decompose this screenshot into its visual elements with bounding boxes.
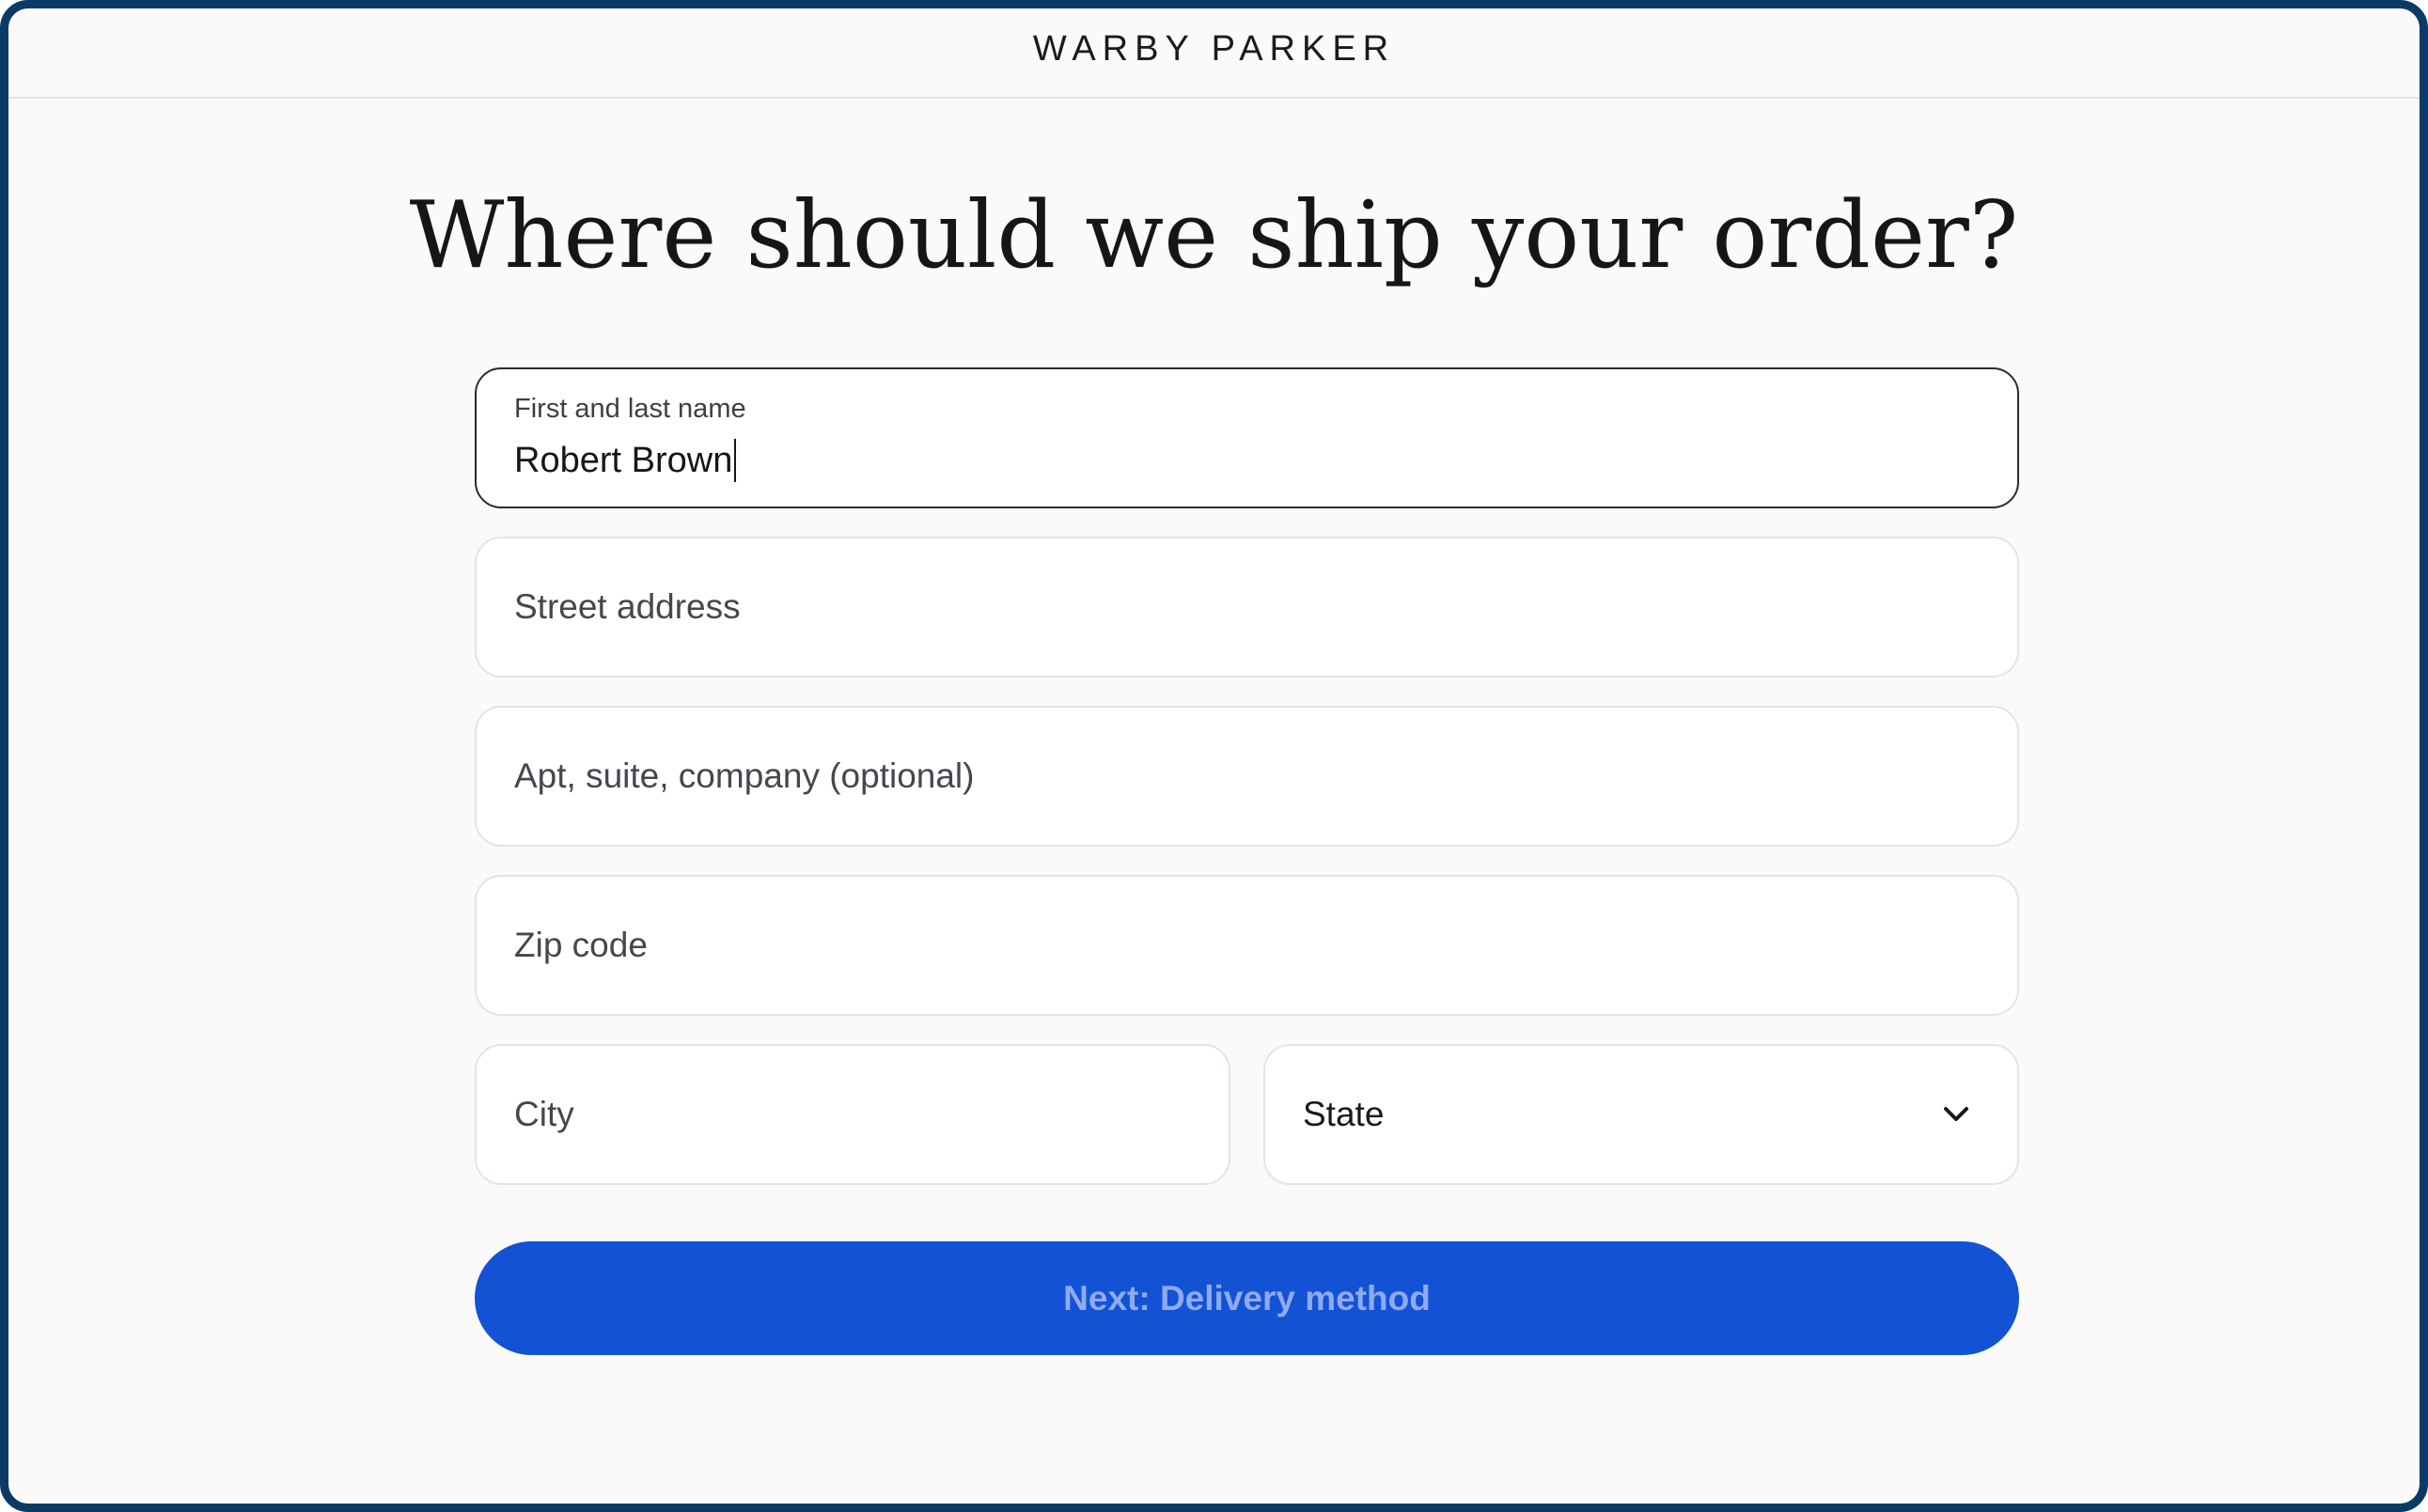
text-caret bbox=[734, 439, 737, 482]
next-delivery-method-button[interactable]: Next: Delivery method bbox=[475, 1241, 2019, 1355]
apt-suite-field[interactable]: Apt, suite, company (optional) bbox=[475, 706, 2019, 847]
site-header: WARBY PARKER bbox=[8, 8, 2420, 99]
city-field[interactable]: City bbox=[475, 1044, 1230, 1185]
name-field-text: Robert Brown bbox=[514, 440, 733, 480]
apt-suite-placeholder: Apt, suite, company (optional) bbox=[514, 756, 975, 795]
chevron-down-icon bbox=[1944, 1107, 1968, 1121]
state-select-value: State bbox=[1303, 1095, 1385, 1133]
page-title: Where should we ship your order? bbox=[409, 182, 2019, 289]
browser-window: WARBY PARKER Where should we ship your o… bbox=[0, 0, 2428, 1512]
name-field-label: First and last name bbox=[514, 394, 746, 424]
name-field-value[interactable]: Robert Brown bbox=[514, 439, 737, 482]
street-address-field[interactable]: Street address bbox=[475, 537, 2019, 678]
brand-logo[interactable]: WARBY PARKER bbox=[1033, 29, 1395, 70]
city-placeholder: City bbox=[514, 1095, 574, 1133]
zip-code-placeholder: Zip code bbox=[514, 926, 648, 964]
zip-code-field[interactable]: Zip code bbox=[475, 875, 2019, 1016]
state-select[interactable]: State bbox=[1263, 1044, 2019, 1185]
street-address-placeholder: Street address bbox=[514, 587, 741, 626]
name-field[interactable]: First and last name Robert Brown bbox=[475, 367, 2019, 508]
